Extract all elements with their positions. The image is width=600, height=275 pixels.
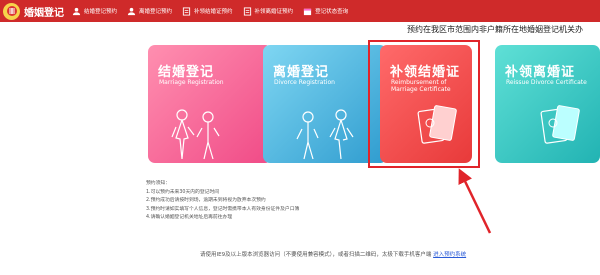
note-line: 3.预约时请如实填写个人信息，登记时需携带本人有效身份证件及户口簿: [146, 206, 300, 212]
card-subtitle: Reissue Divorce Certificate: [506, 79, 587, 86]
double-happiness-logo-icon: [3, 2, 20, 20]
card-subtitle: Marriage Registration: [159, 79, 224, 86]
user-icon: [72, 7, 81, 16]
nav-reissue-divorce-appointment[interactable]: 补领离婚证预约: [243, 0, 294, 22]
note-line: 1.可以预约未来30天内的登记时间: [146, 189, 220, 195]
site-logo-text: 婚姻登记: [24, 7, 64, 19]
nav-status-query[interactable]: 登记状态查询: [303, 0, 348, 22]
notice-text: 预约在我区市范围内非户籍所在地婚姻登记机关办: [407, 25, 583, 34]
nav-label: 结婚登记预约: [84, 9, 118, 15]
nav-label: 补领结婚证预约: [194, 9, 233, 15]
nav-label: 离婚登记预约: [139, 9, 173, 15]
marriage-registration-card[interactable]: 结婚登记 Marriage Registration: [148, 45, 272, 163]
highlight-box: [368, 40, 480, 168]
note-line: 预约须知：: [146, 181, 170, 186]
user-icon: [127, 7, 136, 16]
card-title: 结婚登记: [158, 65, 215, 80]
nav-divorce-appointment[interactable]: 离婚登记预约: [127, 0, 172, 22]
document-icon: [243, 6, 252, 16]
top-navigation-bar: 婚姻登记 结婚登记预约 离婚登记预约 补领结婚证预约 补领离婚证预约 登记状态查…: [0, 0, 600, 22]
footer-hint: 请使用IE9及以上版本浏览器访问（不要使用兼容模式），或者扫描二维码，太极下载手…: [200, 250, 466, 258]
nav-marriage-appointment[interactable]: 结婚登记预约: [72, 0, 117, 22]
document-icon: [182, 6, 191, 16]
appointment-notes: 预约须知： 1.可以预约未来30天内的登记时间 2.预约成功后请按时到场，逾期未…: [146, 180, 299, 223]
card-title: 补领离婚证: [505, 65, 576, 80]
reissue-divorce-certificate-card[interactable]: 补领离婚证 Reissue Divorce Certificate: [495, 45, 600, 163]
card-title: 离婚登记: [273, 65, 330, 80]
calendar-icon: [303, 7, 312, 16]
nav-label: 登记状态查询: [315, 9, 349, 15]
note-line: 2.预约成功后请按时到场，逾期未到将视为放弃本次预约: [146, 198, 266, 203]
enter-system-link[interactable]: 进入预约系统: [433, 252, 466, 258]
site-logo[interactable]: 婚姻登记: [0, 0, 72, 22]
card-subtitle: Divorce Registration: [274, 79, 335, 86]
note-line: 4.请确认婚姻登记机关地址后再前往办理: [146, 215, 233, 220]
nav-reissue-marriage-appointment[interactable]: 补领结婚证预约: [182, 0, 233, 22]
footer-text: 请使用IE9及以上版本浏览器访问（不要使用兼容模式），或者扫描二维码，太极下载手…: [200, 252, 432, 258]
nav-label: 补领离婚证预约: [254, 9, 294, 15]
